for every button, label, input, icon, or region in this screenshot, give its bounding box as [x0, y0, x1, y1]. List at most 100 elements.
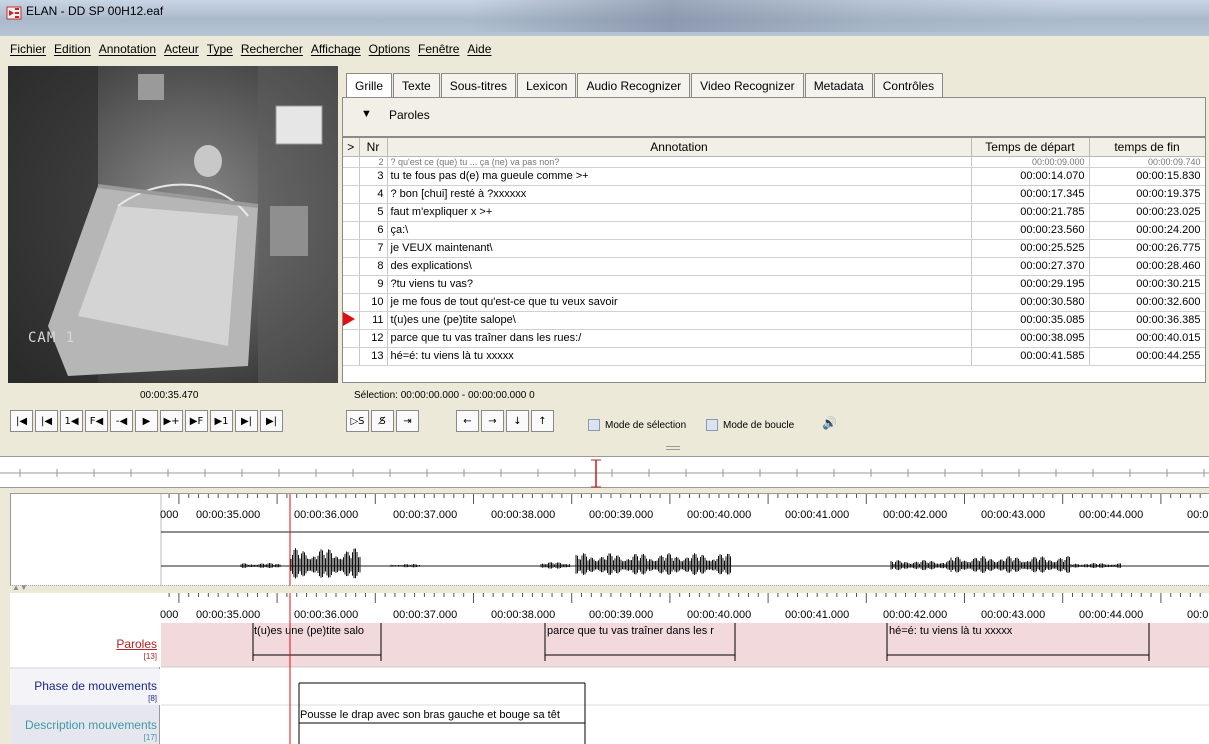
window-title: ELAN - DD SP 00H12.eaf — [26, 4, 164, 18]
tier-dropdown-icon[interactable]: ▼ — [361, 108, 372, 120]
ruler-tick-label: 00:00:39.000 — [589, 609, 654, 621]
selection-mode-checkbox[interactable]: Mode de sélection — [588, 419, 686, 431]
splitter-grip[interactable] — [666, 446, 680, 450]
row-start-time: 00:00:27.370 — [971, 257, 1090, 276]
row-start-time: 00:00:25.525 — [971, 239, 1090, 258]
table-row[interactable]: 4? bon [chui] resté à ?xxxxxx 00:00:17.34… — [343, 185, 1205, 204]
tab-grille[interactable]: Grille — [346, 73, 393, 98]
table-row[interactable]: 9 ?tu viens tu vas? 00:00:29.195 00:00:30.2… — [343, 275, 1205, 294]
viewer-tabs: Grille Texte Sous-titres Lexicon Audio R… — [346, 73, 944, 98]
ruler-tick-label: 00:00:38.000 — [491, 509, 556, 521]
ruler-tick-label: 00:00:40.000 — [687, 609, 752, 621]
row-number: 9 — [359, 275, 388, 294]
row-number: 5 — [359, 203, 388, 222]
tier-label-phase[interactable]: Phase de mouvements — [10, 679, 160, 693]
table-row[interactable]: 11 t(u)es une (pe)tite salope\ 00:00:35.08… — [343, 311, 1205, 330]
col-marker[interactable]: > — [343, 138, 360, 157]
next-frame-f-button[interactable]: ▶F — [185, 410, 208, 432]
tab-texte[interactable]: Texte — [393, 73, 440, 97]
go-to-begin-button[interactable]: |◀ — [10, 410, 33, 432]
menu-annotation[interactable]: Annotation — [99, 42, 156, 56]
loop-mode-box[interactable] — [706, 419, 718, 431]
arrow-left-button[interactable]: ← — [456, 410, 479, 432]
menu-fichier[interactable]: Fichier — [10, 42, 46, 56]
tier-label-description[interactable]: Description mouvements — [10, 718, 160, 732]
table-row-partial[interactable]: 2 ? qu'est ce (que) tu ... ça (ne) va pa… — [343, 156, 1205, 168]
annotation-segment[interactable]: parce que tu vas traîner dans les r — [547, 625, 733, 637]
ruler-tick-label: 00:00:41.000 — [785, 509, 850, 521]
clear-selection-button[interactable]: S̸ — [371, 410, 394, 432]
previous-frame-f-button[interactable]: F◀ — [85, 410, 108, 432]
tier-count-phase: [8] — [148, 694, 157, 703]
overview-ruler[interactable] — [0, 456, 1209, 488]
col-nr[interactable]: Nr — [359, 138, 388, 157]
row-start-time: 00:00:30.580 — [971, 293, 1090, 312]
play-selection-button[interactable]: ▷S — [346, 410, 369, 432]
selection-mode-box[interactable] — [588, 419, 600, 431]
arrow-up-button[interactable]: ↑ — [531, 410, 554, 432]
ruler-tick-label: 00:00:40.000 — [687, 509, 752, 521]
annotation-segment[interactable]: Pousse le drap avec son bras gauche et b… — [300, 709, 584, 721]
tab-audio-recognizer[interactable]: Audio Recognizer — [577, 73, 691, 97]
tab-video-recognizer[interactable]: Video Recognizer — [691, 73, 804, 97]
viewer-separator[interactable]: ▲▼ — [10, 583, 1209, 593]
play-button[interactable]: ▶ — [135, 410, 158, 432]
menu-aide[interactable]: Aide — [467, 42, 491, 56]
col-end[interactable]: temps de fin — [1089, 138, 1205, 157]
menu-affichage[interactable]: Affichage — [311, 42, 361, 56]
table-row[interactable]: 13 hé=é: tu viens là tu xxxxx 00:00:41.585… — [343, 347, 1205, 366]
row-number: 11 — [359, 311, 388, 330]
table-row[interactable]: 8 des explications\ 00:00:27.370 00:00:28.4… — [343, 257, 1205, 276]
tab-controles[interactable]: Contrôles — [873, 73, 944, 97]
previous-frame-button[interactable]: |◀ — [35, 410, 58, 432]
title-bar: ELAN - DD SP 00H12.eaf — [0, 0, 1209, 36]
tab-sous-titres[interactable]: Sous-titres — [440, 73, 517, 97]
arrow-down-button[interactable]: ↓ — [506, 410, 529, 432]
tier-label-paroles[interactable]: Paroles — [10, 637, 160, 651]
go-to-end-button[interactable]: ▶| — [260, 410, 283, 432]
row-annotation: ? bon [chui] resté à ?xxxxxx — [387, 185, 972, 204]
row-number: 13 — [359, 347, 388, 366]
tab-metadata[interactable]: Metadata — [804, 73, 873, 97]
selection-controls: ▷S S̸ ⇥ — [346, 410, 421, 434]
table-row[interactable]: 6 ça:\ 00:00:23.560 00:00:24.200 — [343, 221, 1205, 240]
next-frame-button[interactable]: ▶| — [235, 410, 258, 432]
next-second-button[interactable]: ▶1 — [210, 410, 233, 432]
collapse-arrows-icon[interactable]: ▲▼ — [12, 583, 28, 592]
menu-edition[interactable]: Edition — [54, 42, 91, 56]
waveform-viewer[interactable] — [10, 493, 1209, 586]
elan-app-icon — [6, 6, 22, 20]
menu-rechercher[interactable]: Rechercher — [241, 42, 303, 56]
menu-type[interactable]: Type — [207, 42, 233, 56]
video-viewer[interactable]: CAM 1 — [8, 66, 338, 383]
table-row[interactable]: 7 je VEUX maintenant\ 00:00:25.525 00:00:26… — [343, 239, 1205, 258]
table-row[interactable]: 10 je me fous de tout qu'est-ce que tu ve… — [343, 293, 1205, 312]
arrow-right-button[interactable]: → — [481, 410, 504, 432]
annotation-segment[interactable]: t(u)es une (pe)tite salo — [254, 625, 380, 637]
ruler-tick-label: 000 — [160, 609, 179, 621]
tier-selector[interactable]: ▼ Paroles — [342, 97, 1206, 137]
panel-splitter[interactable] — [0, 443, 1209, 453]
col-start[interactable]: Temps de départ — [971, 138, 1090, 157]
volume-icon[interactable]: 🔊 — [822, 416, 837, 430]
menu-fenetre[interactable]: Fenêtre — [418, 42, 459, 56]
tier-count-paroles: [13] — [143, 652, 157, 661]
selection-mode-toggle-button[interactable]: ⇥ — [396, 410, 419, 432]
step-back-button[interactable]: -◀ — [110, 410, 133, 432]
elan-window: ELAN - DD SP 00H12.eaf Fichier Edition A… — [0, 0, 1209, 744]
previous-second-button[interactable]: 1◀ — [60, 410, 83, 432]
table-row[interactable]: 12 parce que tu vas traîner dans les rues… — [343, 329, 1205, 348]
annotation-grid[interactable]: > Nr Annotation Temps de départ temps de… — [342, 137, 1206, 383]
selection-mode-label: Mode de sélection — [605, 419, 687, 431]
table-row[interactable]: 3 tu te fous pas d(e) ma gueule comme >+ 0… — [343, 167, 1205, 186]
annotation-segment[interactable]: hé=é: tu viens là tu xxxxx — [889, 625, 1149, 637]
ruler-tick-label: 00:00:36.000 — [294, 509, 359, 521]
step-forward-button[interactable]: ▶+ — [160, 410, 183, 432]
menu-acteur[interactable]: Acteur — [164, 42, 199, 56]
menu-options[interactable]: Options — [369, 42, 410, 56]
loop-mode-checkbox[interactable]: Mode de boucle — [706, 419, 794, 431]
table-row[interactable]: 5 faut m'expliquer x >+ 00:00:21.785 00:00:… — [343, 203, 1205, 222]
row-marker — [343, 167, 360, 186]
tab-lexicon[interactable]: Lexicon — [517, 73, 577, 97]
col-annotation[interactable]: Annotation — [387, 138, 972, 157]
